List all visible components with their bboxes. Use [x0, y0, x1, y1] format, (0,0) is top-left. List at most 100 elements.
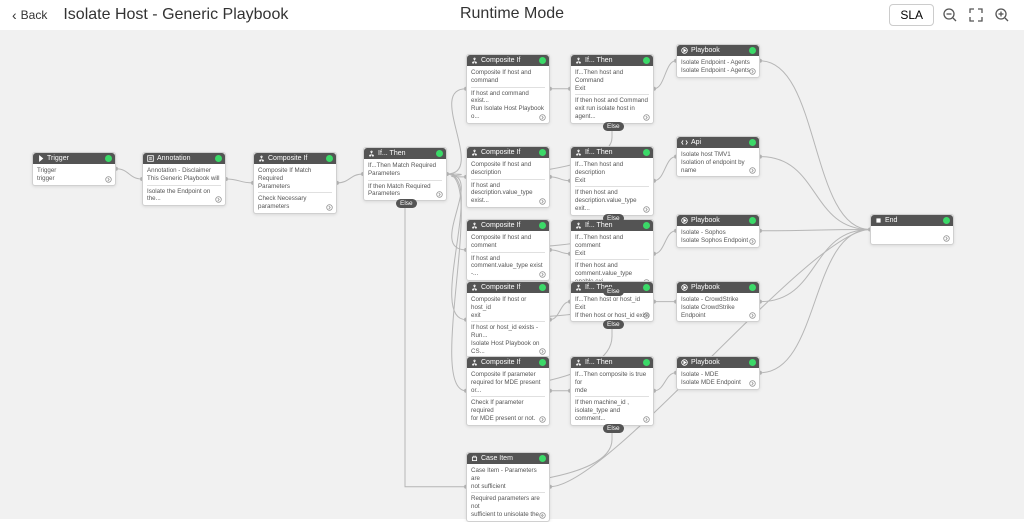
composite-if-icon	[471, 149, 478, 156]
back-arrow-icon: ‹	[12, 7, 17, 23]
flow-canvas[interactable]: TriggerTriggertrigger AnnotationAnnotatio…	[0, 30, 1024, 519]
playbook-icon	[681, 47, 688, 54]
node-expand-icon[interactable]	[749, 167, 756, 174]
node-expand-icon[interactable]	[215, 196, 222, 203]
node-body: If...Then host or host_id ExitIf then ho…	[571, 293, 653, 321]
node-expand-icon[interactable]	[643, 416, 650, 423]
node-expand-icon[interactable]	[749, 238, 756, 245]
end-icon	[875, 217, 882, 224]
node-cif_main[interactable]: Composite IfComposite If Match RequiredP…	[253, 152, 337, 214]
if-then-icon	[575, 284, 582, 291]
node-type-label: Composite If	[481, 57, 520, 64]
node-if_2[interactable]: If... ThenIf...Then host and description…	[570, 146, 654, 216]
node-expand-icon[interactable]	[749, 312, 756, 319]
node-type-label: Composite If	[481, 222, 520, 229]
node-type-label: Composite If	[481, 149, 520, 156]
node-cif_5[interactable]: Composite IfComposite If parameterrequir…	[466, 356, 550, 426]
status-dot-icon	[105, 155, 112, 162]
back-label: Back	[21, 8, 48, 22]
node-caseitem[interactable]: Case ItemCase Item - Parameters arenot s…	[466, 452, 550, 522]
node-body: If...Then composite is true formdeIf the…	[571, 368, 653, 425]
node-pb_4[interactable]: Playbook Isolate - CrowdStrikeIsolate Cro…	[676, 281, 760, 322]
status-dot-icon	[539, 149, 546, 156]
api-icon	[681, 139, 688, 146]
composite-if-icon	[258, 155, 265, 162]
sla-button[interactable]: SLA	[889, 4, 934, 26]
node-if_1[interactable]: If... ThenIf...Then host and CommandExit…	[570, 54, 654, 124]
node-body: Composite If host or host_idexitIf host …	[467, 293, 549, 357]
node-if_3[interactable]: If... ThenIf...Then host and commentExit…	[570, 219, 654, 289]
status-dot-icon	[643, 57, 650, 64]
zoom-in-icon[interactable]	[992, 5, 1012, 25]
node-expand-icon[interactable]	[326, 204, 333, 211]
node-cif_2[interactable]: Composite If Composite If host anddescrip…	[466, 146, 550, 208]
case-item-icon	[471, 455, 478, 462]
mode-title: Runtime Mode	[460, 5, 564, 23]
node-type-label: Playbook	[691, 284, 720, 291]
fit-screen-icon[interactable]	[966, 5, 986, 25]
node-header: Playbook	[677, 357, 759, 368]
node-cif_4[interactable]: Composite IfComposite If host or host_id…	[466, 281, 550, 358]
node-expand-icon[interactable]	[539, 271, 546, 278]
node-header: Playbook	[677, 282, 759, 293]
node-header: Composite If	[254, 153, 336, 164]
status-dot-icon	[643, 222, 650, 229]
node-type-label: Composite If	[268, 155, 307, 162]
node-expand-icon[interactable]	[105, 176, 112, 183]
node-header: Composite If	[467, 282, 549, 293]
composite-if-icon	[471, 284, 478, 291]
node-if_main[interactable]: If... ThenIf...Then Match RequiredParame…	[363, 147, 447, 201]
node-expand-icon[interactable]	[643, 206, 650, 213]
node-expand-icon[interactable]	[943, 235, 950, 242]
node-body: Annotation - DisclaimerThis Generic Play…	[143, 164, 225, 205]
composite-if-icon	[471, 57, 478, 64]
node-header: Playbook	[677, 215, 759, 226]
node-expand-icon[interactable]	[643, 114, 650, 121]
else-label: Else	[603, 424, 624, 433]
node-expand-icon[interactable]	[436, 191, 443, 198]
node-expand-icon[interactable]	[539, 416, 546, 423]
node-header: Composite If	[467, 357, 549, 368]
node-header: If... Then	[364, 148, 446, 159]
node-expand-icon[interactable]	[539, 348, 546, 355]
node-body: Composite If host anddescriptionIf host …	[467, 158, 549, 207]
node-expand-icon[interactable]	[749, 68, 756, 75]
status-dot-icon	[215, 155, 222, 162]
node-cif_1[interactable]: Composite IfComposite If host andcommand…	[466, 54, 550, 124]
status-dot-icon	[643, 359, 650, 366]
node-type-label: Api	[691, 139, 701, 146]
status-dot-icon	[749, 217, 756, 224]
trigger-icon	[37, 155, 44, 162]
node-header: Case Item	[467, 453, 549, 464]
node-trigger[interactable]: TriggerTriggertrigger	[32, 152, 116, 186]
node-expand-icon[interactable]	[539, 198, 546, 205]
node-header: Trigger	[33, 153, 115, 164]
if-then-icon	[575, 57, 582, 64]
node-end[interactable]: End	[870, 214, 954, 245]
node-pb_1[interactable]: PlaybookIsolate Endpoint - AgentsIsolate…	[676, 44, 760, 78]
node-annot[interactable]: AnnotationAnnotation - DisclaimerThis Ge…	[142, 152, 226, 206]
back-button[interactable]: ‹ Back	[12, 7, 47, 23]
node-cif_3[interactable]: Composite IfComposite If host andcomment…	[466, 219, 550, 281]
node-expand-icon[interactable]	[749, 380, 756, 387]
node-body: Isolate - CrowdStrikeIsolate CrowdStrike…	[677, 293, 759, 321]
node-body: If...Then host and commentExitIf then ho…	[571, 231, 653, 288]
status-dot-icon	[539, 455, 546, 462]
node-api[interactable]: ApiIsolate host TMV1Isolation of endpoin…	[676, 136, 760, 177]
node-type-label: End	[885, 217, 897, 224]
node-type-label: Playbook	[691, 47, 720, 54]
status-dot-icon	[749, 47, 756, 54]
node-expand-icon[interactable]	[539, 512, 546, 519]
node-pb_3[interactable]: PlaybookIsolate - SophosIsolate Sophos E…	[676, 214, 760, 248]
node-body: Isolate - MDEIsolate MDE Endpoint	[677, 368, 759, 389]
node-expand-icon[interactable]	[643, 312, 650, 319]
node-header: End	[871, 215, 953, 226]
node-if_5[interactable]: If... Then If...Then composite is true fo…	[570, 356, 654, 426]
node-body	[871, 226, 953, 244]
composite-if-icon	[471, 222, 478, 229]
node-header: If... Then	[571, 357, 653, 368]
node-pb_5[interactable]: PlaybookIsolate - MDEIsolate MDE Endpoin…	[676, 356, 760, 390]
node-type-label: If... Then	[585, 359, 613, 366]
node-expand-icon[interactable]	[539, 114, 546, 121]
zoom-out-icon[interactable]	[940, 5, 960, 25]
